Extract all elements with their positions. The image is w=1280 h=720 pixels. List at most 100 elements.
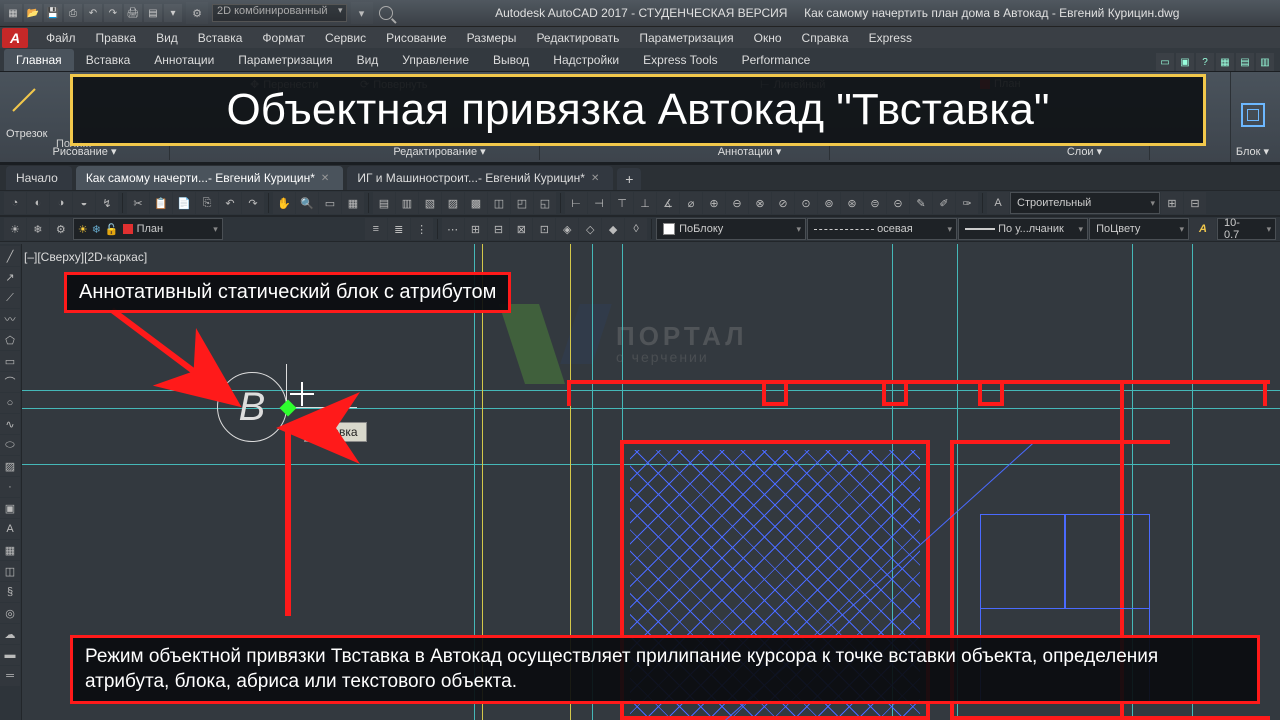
draw-poly-icon[interactable]: ⬠ (0, 330, 20, 350)
ribbon-min-icon[interactable]: ▭ (1156, 53, 1174, 71)
dim-icon[interactable]: ⊝ (887, 192, 909, 214)
tb1-icon[interactable]: 🔍 (296, 192, 318, 214)
layer-tool-icon[interactable]: ⋯ (442, 218, 464, 240)
dim-icon[interactable]: ∡ (657, 192, 679, 214)
draw-xline-icon[interactable]: ⟋ (0, 288, 20, 308)
drawing-area[interactable]: ╱ ↗ ⟋ 〰 ⬠ ▭ ⌒ ○ ∿ ⬭ ▨ · ▣ A ▦ ◫ § ◎ ☁ ▬ … (0, 244, 1280, 720)
new-tab-button[interactable]: + (617, 168, 641, 190)
layer-tool-icon[interactable]: ◆ (602, 218, 624, 240)
tb1-icon[interactable]: ◒ (73, 192, 95, 214)
menu-tools[interactable]: Сервис (315, 28, 376, 48)
tb1-icon[interactable]: ↷ (242, 192, 264, 214)
ribbon-tab-express[interactable]: Express Tools (631, 49, 729, 71)
file-tab-active[interactable]: Как самому начерти...- Евгений Курицин*✕ (76, 166, 344, 190)
draw-ray-icon[interactable]: ↗ (0, 267, 20, 287)
layer-tool-icon[interactable]: ⊡ (533, 218, 555, 240)
layer-icon[interactable]: ❄ (27, 218, 49, 240)
dim-icon[interactable]: ✑ (956, 192, 978, 214)
qat-more-icon[interactable]: ▾ (164, 4, 182, 22)
dim-icon[interactable]: ⊟ (1184, 192, 1206, 214)
plotstyle-selector[interactable]: ПоЦвету (1089, 218, 1189, 240)
menu-view[interactable]: Вид (146, 28, 188, 48)
layer-tool-icon[interactable]: ⊠ (510, 218, 532, 240)
dim-icon[interactable]: ⊤ (611, 192, 633, 214)
workspace-dd-icon[interactable]: ▾ (351, 2, 373, 24)
workspace-gear-icon[interactable]: ⚙ (186, 2, 208, 24)
dim-icon[interactable]: ⊘ (772, 192, 794, 214)
palette2-icon[interactable]: ▤ (1236, 53, 1254, 71)
lineweight-selector[interactable]: По у...лчаник (958, 218, 1088, 240)
ribbon-tab-view[interactable]: Вид (345, 49, 391, 71)
draw-rev-icon[interactable]: ☁ (0, 624, 20, 644)
menu-express[interactable]: Express (859, 28, 922, 48)
draw-circle-icon[interactable]: ○ (0, 393, 20, 413)
qat-saveas-icon[interactable]: ⎙ (64, 4, 82, 22)
dim-icon[interactable]: ⌀ (680, 192, 702, 214)
tool-line-label[interactable]: Отрезок (6, 128, 47, 140)
tb1-icon[interactable]: ▧ (419, 192, 441, 214)
tb1-icon[interactable]: ✋ (273, 192, 295, 214)
tb1-icon[interactable]: ↶ (219, 192, 241, 214)
dim-icon[interactable]: ⊜ (864, 192, 886, 214)
tb1-icon[interactable]: ▩ (465, 192, 487, 214)
draw-ellipse-icon[interactable]: ⬭ (0, 435, 20, 455)
tb1-icon[interactable]: 📄 (173, 192, 195, 214)
menu-draw[interactable]: Рисование (376, 28, 456, 48)
tb1-icon[interactable]: ◑ (50, 192, 72, 214)
dimstyle-selector[interactable]: Строительный (1010, 192, 1160, 214)
palette3-icon[interactable]: ▥ (1256, 53, 1274, 71)
tb1-icon[interactable]: ▨ (442, 192, 464, 214)
menu-dimension[interactable]: Размеры (457, 28, 527, 48)
dim-icon[interactable]: ⊣ (588, 192, 610, 214)
ribbon-tab-addins[interactable]: Надстройки (541, 49, 631, 71)
menu-edit[interactable]: Правка (86, 28, 147, 48)
menu-file[interactable]: Файл (36, 28, 86, 48)
tb1-icon[interactable]: ✂ (127, 192, 149, 214)
draw-text-icon[interactable]: A (0, 519, 20, 539)
dim-icon[interactable]: ⊙ (795, 192, 817, 214)
ribbon-tab-home[interactable]: Главная (4, 49, 74, 71)
menu-window[interactable]: Окно (744, 28, 792, 48)
model-space[interactable]: ПОРТАЛ о черчении (22, 244, 1280, 720)
line-tool-icon[interactable] (6, 82, 42, 118)
ribbon-tab-insert[interactable]: Вставка (74, 49, 143, 71)
layer-tool-icon[interactable]: ⋮ (411, 218, 433, 240)
layer-current[interactable]: ☀❄🔓 План (73, 218, 223, 240)
qat-print-icon[interactable]: 🖨 (124, 4, 142, 22)
dim-icon[interactable]: ⊚ (818, 192, 840, 214)
tb1-icon[interactable]: ◰ (511, 192, 533, 214)
ribbon-help-icon[interactable]: ? (1196, 53, 1214, 71)
draw-hatch-icon[interactable]: ▨ (0, 456, 20, 476)
linetype-selector[interactable]: осевая (807, 218, 957, 240)
dim-icon[interactable]: ⊥ (634, 192, 656, 214)
file-tab-start[interactable]: Начало (6, 166, 72, 190)
menu-format[interactable]: Формат (252, 28, 315, 48)
draw-block-icon[interactable]: ▣ (0, 498, 20, 518)
dim-icon[interactable]: ✐ (933, 192, 955, 214)
tb1-icon[interactable]: ⎘ (196, 192, 218, 214)
layer-tool-icon[interactable]: ◊ (625, 218, 647, 240)
draw-point-icon[interactable]: · (0, 477, 20, 497)
draw-wipe-icon[interactable]: ▬ (0, 645, 20, 665)
qat-new-icon[interactable]: ▦ (4, 4, 22, 22)
ribbon-pin-icon[interactable]: ▣ (1176, 53, 1194, 71)
draw-mline-icon[interactable]: ═ (0, 666, 20, 686)
ribbon-tab-parametric[interactable]: Параметризация (226, 49, 344, 71)
dim-icon[interactable]: ⊕ (703, 192, 725, 214)
draw-arc-icon[interactable]: ⌒ (0, 372, 20, 392)
dim-style-icon[interactable]: A (987, 192, 1009, 214)
tb1-icon[interactable]: ◱ (534, 192, 556, 214)
close-icon[interactable]: ✕ (591, 173, 599, 184)
dim-icon[interactable]: ⊛ (841, 192, 863, 214)
file-tab-other[interactable]: ИГ и Машиностроит...- Евгений Курицин*✕ (347, 166, 613, 190)
menu-help[interactable]: Справка (792, 28, 859, 48)
tb1-icon[interactable]: ◫ (488, 192, 510, 214)
draw-pline-icon[interactable]: 〰 (0, 309, 20, 329)
tb1-icon[interactable]: ▦ (342, 192, 364, 214)
layer-tool-icon[interactable]: ⊟ (488, 218, 510, 240)
dim-scale[interactable]: 10-0.7 (1217, 218, 1276, 240)
ribbon-tab-performance[interactable]: Performance (730, 49, 823, 71)
dim-icon[interactable]: ⊗ (749, 192, 771, 214)
tb1-icon[interactable]: ◔ (4, 192, 26, 214)
draw-table-icon[interactable]: ▦ (0, 540, 20, 560)
